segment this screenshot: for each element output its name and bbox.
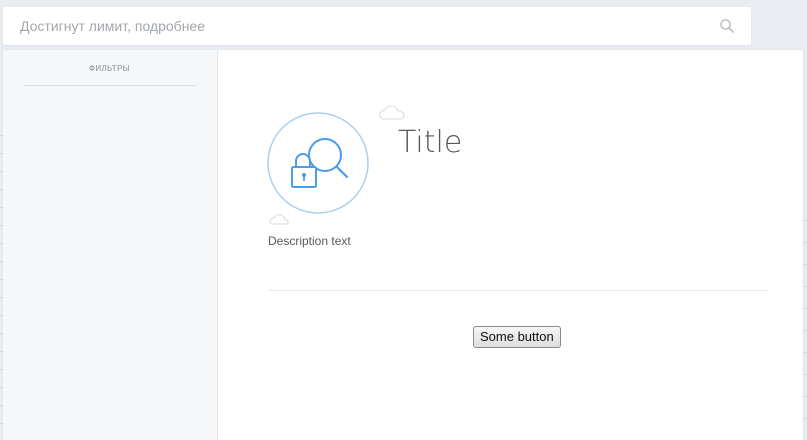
sidebar-divider [23,85,196,86]
some-button[interactable]: Some button [473,326,561,348]
search-input[interactable] [3,7,751,45]
cloud-icon [379,105,405,120]
description-text: Description text [268,234,351,248]
content-divider [268,290,768,291]
app-page: ФИЛЬТРЫ [0,0,807,440]
main-frame: ФИЛЬТРЫ Title Description text Some butt… [3,50,803,440]
filters-sidebar: ФИЛЬТРЫ [3,50,218,440]
empty-state-panel: Title Description text Some button [219,50,803,440]
search-bar [3,7,751,45]
cloud-icon [269,214,289,225]
background-edge-right [803,220,807,440]
sidebar-title: ФИЛЬТРЫ [89,64,130,73]
page-title: Title [398,125,463,160]
lock-search-icon [267,95,407,230]
search-icon[interactable] [719,18,735,34]
